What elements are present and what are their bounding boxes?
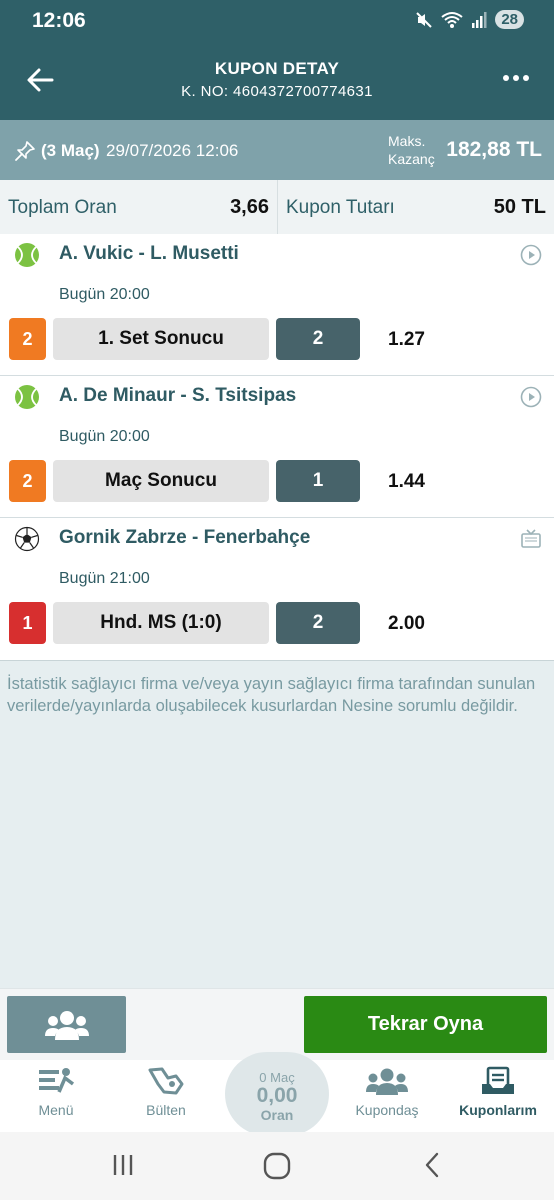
event-teams[interactable]: A. De Minaur - S. Tsitsipas <box>59 385 296 407</box>
event-teams[interactable]: A. Vukic - L. Musetti <box>59 243 239 265</box>
mute-icon <box>416 11 433 28</box>
status-icons: 28 <box>415 10 524 29</box>
disclaimer-text: İstatistik sağlayıcı firma ve/veya yayın… <box>7 675 536 715</box>
mbs-badge: 2 <box>9 318 46 360</box>
event-odd: 1.27 <box>388 329 425 350</box>
home-icon[interactable] <box>262 1151 292 1181</box>
nav-menu[interactable]: Menü <box>1 1066 111 1130</box>
status-bar: 12:06 28 <box>0 0 554 42</box>
event-row[interactable]: Gornik Zabrze - Fenerbahçe Bugün 21:00 1… <box>0 518 554 661</box>
nav-my-coupons-label: Kuponlarım <box>459 1102 537 1118</box>
total-odds-value: 3,66 <box>230 196 269 218</box>
my-coupons-icon <box>482 1066 514 1094</box>
battery-badge: 28 <box>495 10 524 29</box>
nav-my-coupons[interactable]: Kuponlarım <box>443 1066 553 1130</box>
event-time: Bugün 20:00 <box>59 286 150 303</box>
action-bar: Tekrar Oyna <box>0 988 554 1060</box>
nav-coupon-counter[interactable]: 0 Maç 0,00 Oran <box>225 1052 329 1136</box>
event-odd: 2.00 <box>388 613 425 634</box>
event-row[interactable]: A. Vukic - L. Musetti Bugün 20:00 2 1. S… <box>0 234 554 376</box>
app-header: KUPON DETAY K. NO: 4604372700774631 <box>0 42 554 120</box>
total-odds-cell: Toplam Oran 3,66 <box>0 180 277 234</box>
coupon-amount-value: 50 TL <box>493 196 546 218</box>
status-time: 12:06 <box>32 9 86 32</box>
max-win-label-line1: Maks. <box>388 133 426 149</box>
coupon-odds-total: 0,00 <box>256 1084 298 1107</box>
back-icon[interactable] <box>420 1152 446 1178</box>
play-circle-icon[interactable] <box>520 244 542 266</box>
event-teams[interactable]: Gornik Zabrze - Fenerbahçe <box>59 527 310 549</box>
max-win-value: 182,88 TL <box>446 138 542 161</box>
replay-button[interactable]: Tekrar Oyna <box>304 996 547 1053</box>
tennis-ball-icon <box>15 243 39 267</box>
market-name: Hnd. MS (1:0) <box>53 602 269 644</box>
event-time: Bugün 20:00 <box>59 428 150 445</box>
coupon-summary: (3 Maç) 29/07/2026 12:06 Maks. Kazanç 18… <box>0 120 554 180</box>
total-odds-label: Toplam Oran <box>8 197 117 218</box>
soccer-ball-icon <box>14 526 40 552</box>
selected-pick: 1 <box>276 460 360 502</box>
more-options-icon[interactable] <box>500 68 532 88</box>
coupon-number: K. NO: 4604372700774631 <box>181 83 373 100</box>
signal-icon <box>472 11 487 28</box>
selected-pick: 2 <box>276 318 360 360</box>
nav-kupondas-label: Kupondaş <box>355 1102 419 1118</box>
max-win-label: Maks. Kazanç <box>388 132 435 168</box>
totals-row: Toplam Oran 3,66 Kupon Tutarı 50 TL <box>0 180 554 234</box>
selected-pick: 2 <box>276 602 360 644</box>
event-odd: 1.44 <box>388 471 425 492</box>
mbs-badge: 1 <box>9 602 46 644</box>
pin-icon[interactable] <box>14 140 36 162</box>
page-title: KUPON DETAY <box>214 59 340 78</box>
market-name: Maç Sonucu <box>53 460 269 502</box>
coupon-match-count: 0 Maç <box>259 1070 295 1085</box>
tennis-ball-icon <box>15 385 39 409</box>
event-time: Bugün 21:00 <box>59 570 150 587</box>
market-name: 1. Set Sonucu <box>53 318 269 360</box>
max-win-label-line2: Kazanç <box>388 151 435 167</box>
nav-menu-label: Menü <box>38 1102 74 1118</box>
bottom-nav: Menü Bülten 0 Maç 0,00 Oran Kupondaş Kup… <box>0 1052 554 1136</box>
match-count: (3 Maç) <box>41 141 100 160</box>
recent-apps-icon[interactable] <box>110 1152 136 1178</box>
coupon-odds-label: Oran <box>260 1107 294 1123</box>
bulletin-icon <box>148 1067 184 1095</box>
menu-icon <box>39 1068 75 1093</box>
kupondas-icon <box>366 1068 408 1095</box>
nav-bulletin-label: Bülten <box>146 1102 186 1118</box>
nav-kupondas[interactable]: Kupondaş <box>332 1066 442 1130</box>
coupon-amount-label: Kupon Tutarı <box>286 197 395 218</box>
mbs-badge: 2 <box>9 460 46 502</box>
coupon-date: 29/07/2026 12:06 <box>106 141 239 160</box>
event-row[interactable]: A. De Minaur - S. Tsitsipas Bugün 20:00 … <box>0 376 554 518</box>
tv-icon[interactable] <box>520 528 542 550</box>
wifi-icon <box>441 11 463 28</box>
event-list: A. Vukic - L. Musetti Bugün 20:00 2 1. S… <box>0 234 554 661</box>
coupon-amount-cell: Kupon Tutarı 50 TL <box>277 180 554 234</box>
group-users-icon <box>44 1010 89 1040</box>
kupondas-share-button[interactable] <box>7 996 126 1053</box>
nav-bulletin[interactable]: Bülten <box>111 1066 221 1130</box>
play-circle-icon[interactable] <box>520 386 542 408</box>
android-nav-bar <box>0 1132 554 1200</box>
